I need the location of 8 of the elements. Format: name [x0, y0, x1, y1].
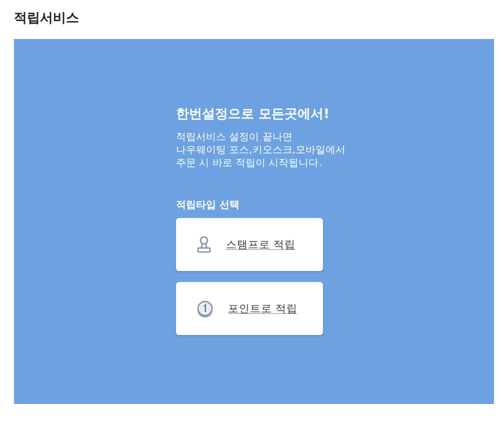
stamp-icon — [196, 236, 212, 254]
option-button[interactable]: 포인트로 적립 — [176, 282, 323, 335]
page-title: 적립서비스 — [13, 10, 80, 28]
coin-icon — [196, 300, 214, 318]
type-label: 적립타입 선택 — [176, 199, 240, 212]
panel-description: 적립서비스 설정이 끝나면 나우웨이팅 포스,키오스크,모바일에서 주문 시 바로 적립이 시작됩니다. — [176, 131, 347, 170]
panel-heading: 한번설정으로 모든곳에서! — [176, 106, 330, 123]
option-button[interactable]: 스탬프로 적립 — [176, 218, 323, 271]
